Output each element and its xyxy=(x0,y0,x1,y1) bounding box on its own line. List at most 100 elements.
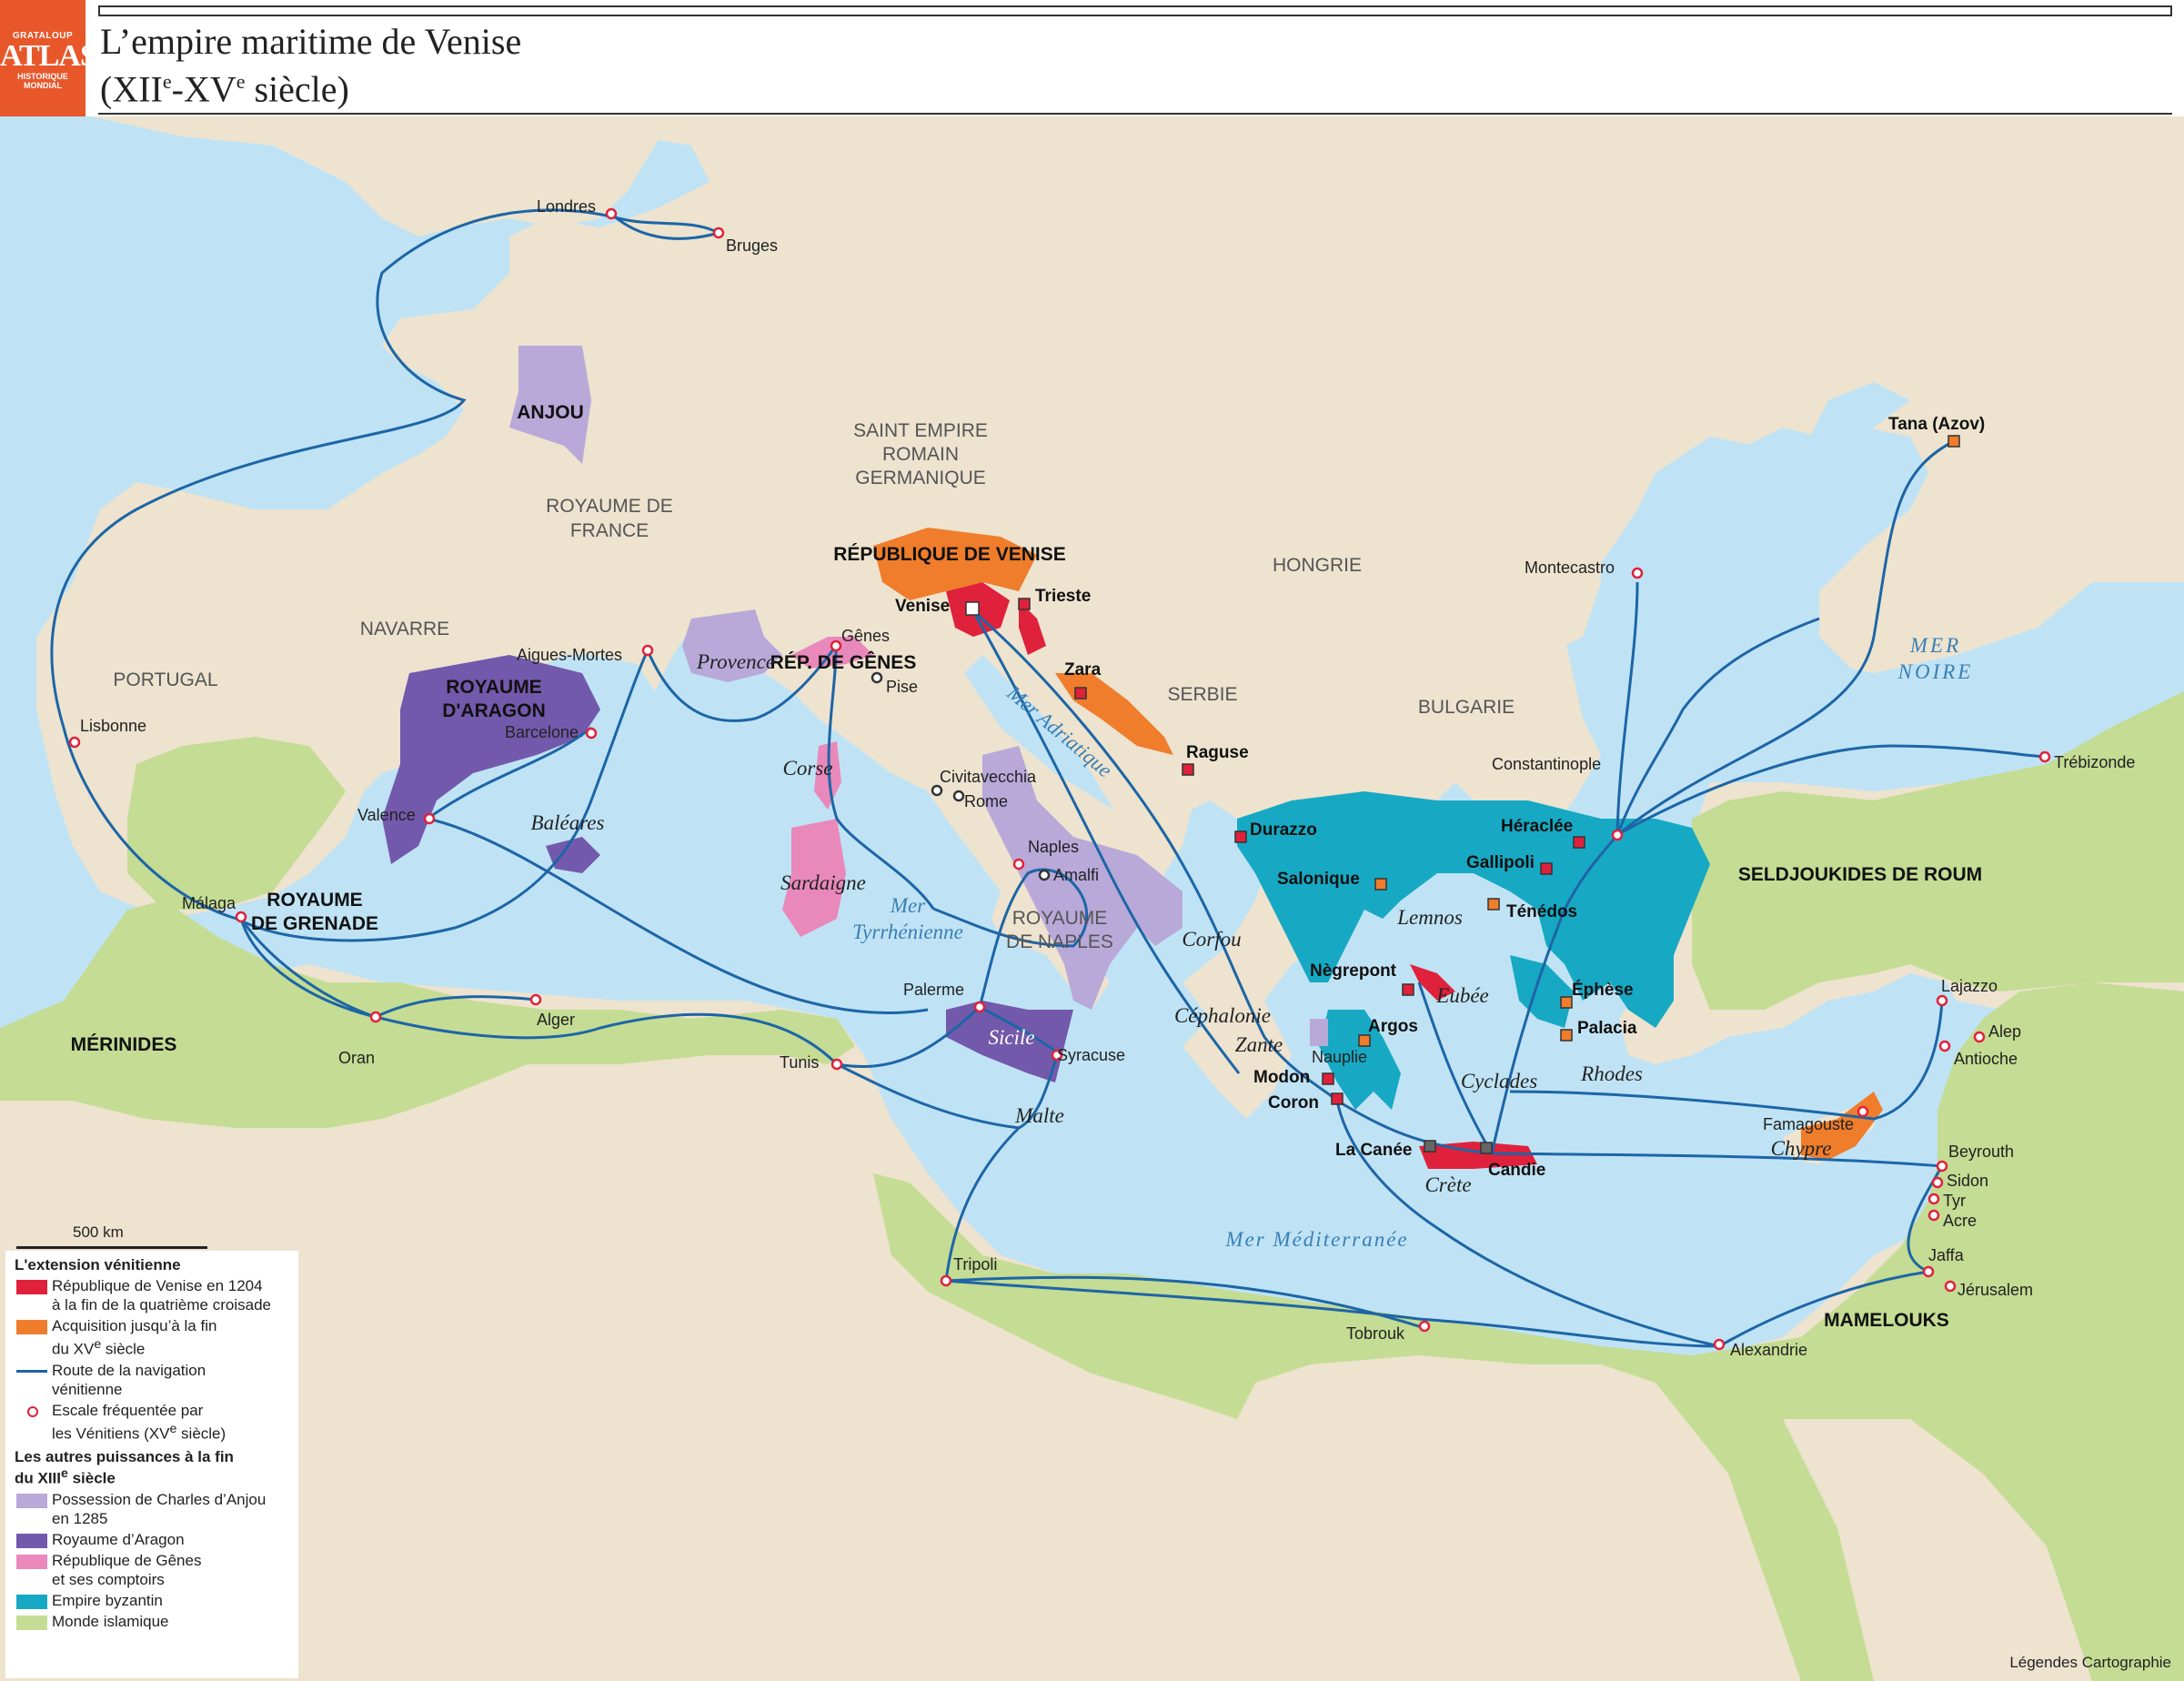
logo-sub-text-2: MONDIAL xyxy=(24,81,62,90)
label-oran: Oran xyxy=(338,1049,375,1067)
label-alexandrie: Alexandrie xyxy=(1730,1341,1807,1359)
title-line-2: (XIIe-XVe siècle) xyxy=(100,68,349,110)
label-nauplie: Nauplie xyxy=(1312,1048,1367,1066)
label-rome: Rome xyxy=(964,792,1008,810)
label-corse: Corse xyxy=(783,757,833,780)
legend-acq-line1: Acquisition jusqu’à la fin xyxy=(52,1317,217,1334)
marker-negrepont xyxy=(1402,983,1414,996)
marker-salonique xyxy=(1374,878,1387,891)
label-hre-3: GERMANIQUE xyxy=(855,468,986,488)
marker-argos xyxy=(1358,1034,1371,1047)
label-modon: Modon xyxy=(1253,1068,1310,1087)
marker-trieste xyxy=(1018,598,1031,610)
label-canee: La Canée xyxy=(1335,1141,1412,1160)
title-line-1: L’empire maritime de Venise xyxy=(100,21,522,62)
label-civita: Civitavecchia xyxy=(940,768,1037,786)
legend-anjou-line1: Possession de Charles d’Anjou xyxy=(52,1490,267,1508)
label-tobrouk: Tobrouk xyxy=(1346,1324,1405,1343)
label-merinides: MÉRINIDES xyxy=(71,1034,177,1055)
escale-barcelone xyxy=(585,727,598,740)
legend-heading-others-line2: du XIIIe siècle xyxy=(15,1466,116,1487)
escale-tripoli xyxy=(940,1274,952,1287)
swatch-route xyxy=(16,1369,47,1373)
header-bottom-rule xyxy=(98,113,2172,115)
escale-tunis xyxy=(830,1058,843,1071)
map-title: L’empire maritime de Venise (XIIe-XVe si… xyxy=(100,22,521,109)
swatch-venice-1204 xyxy=(16,1280,47,1294)
legend-escale-line2: les Vénitiens (XVe siècle) xyxy=(52,1421,226,1443)
escale-pise xyxy=(871,671,883,684)
label-jaffa: Jaffa xyxy=(1928,1246,1965,1264)
escale-antioche xyxy=(1938,1040,1951,1052)
marker-canee xyxy=(1424,1140,1436,1153)
marker-raguse xyxy=(1182,763,1194,776)
escale-acre xyxy=(1927,1209,1940,1222)
label-france-1: ROYAUME DE xyxy=(546,496,673,517)
label-genes: RÉP. DE GÊNES xyxy=(770,651,917,673)
map-canvas: ANJOU ROYAUME DE FRANCE SAINT EMPIRE ROM… xyxy=(0,116,2184,1681)
label-coron: Coron xyxy=(1268,1093,1319,1112)
legend-heading-others: Les autres puissances à la fin du XIIIe … xyxy=(15,1448,298,1488)
label-barcelone: Barcelone xyxy=(505,723,579,741)
label-syracuse: Syracuse xyxy=(1057,1046,1125,1064)
escale-famagouste xyxy=(1857,1105,1869,1118)
label-tyrrhen-2: Tyrrhénienne xyxy=(852,921,963,943)
legend-item-byzantine: Empire byzantin xyxy=(5,1591,298,1610)
label-durazzo: Durazzo xyxy=(1250,820,1317,840)
label-sardaigne: Sardaigne xyxy=(780,871,866,894)
escale-naples xyxy=(1012,858,1025,871)
label-palerme: Palerme xyxy=(903,981,964,999)
escale-beyrouth xyxy=(1936,1160,1948,1173)
swatch-escale xyxy=(27,1405,38,1417)
escale-malaga xyxy=(235,911,247,923)
escale-amalfi xyxy=(1038,869,1051,881)
credit: Légendes Cartographie xyxy=(2009,1654,2171,1671)
label-anjou: ANJOU xyxy=(517,402,584,423)
escale-constantinople xyxy=(1611,829,1624,841)
label-crete: Crète xyxy=(1424,1173,1471,1196)
label-montecastro: Montecastro xyxy=(1525,559,1615,577)
legend-item-route: Route de la navigation vénitienne xyxy=(5,1361,298,1399)
label-grenade-2: DE GRENADE xyxy=(251,913,378,934)
swatch-genes xyxy=(16,1554,47,1569)
label-baleares: Baléares xyxy=(531,811,605,834)
escale-bruges xyxy=(712,226,725,239)
legend-byzantine-label: Empire byzantin xyxy=(52,1591,163,1609)
escale-alexandrie xyxy=(1713,1338,1726,1351)
label-naples-2: DE NAPLES xyxy=(1006,931,1113,952)
label-provence: Provence xyxy=(696,650,775,673)
label-venise: RÉPUBLIQUE DE VENISE xyxy=(833,544,1066,565)
label-tyr: Tyr xyxy=(1943,1192,1966,1210)
label-mer-noire-1: MER xyxy=(1909,634,1961,657)
escale-alep xyxy=(1973,1031,1986,1043)
label-malte: Malte xyxy=(1014,1104,1064,1127)
label-trieste: Trieste xyxy=(1035,587,1091,606)
swatch-byzantine xyxy=(16,1594,47,1609)
legend-heading-venice: L'extension vénitienne xyxy=(15,1256,181,1273)
label-france-2: FRANCE xyxy=(570,520,649,541)
legend-islam-label: Monde islamique xyxy=(52,1612,169,1630)
label-grenade-1: ROYAUME xyxy=(267,890,362,911)
label-malaga: Málaga xyxy=(182,894,237,912)
marker-ephese xyxy=(1560,996,1573,1009)
label-bulgarie: BULGARIE xyxy=(1418,697,1515,718)
label-salonique: Salonique xyxy=(1277,870,1360,889)
legend-aragon-label: Royaume d’Aragon xyxy=(52,1530,185,1548)
label-sicile: Sicile xyxy=(988,1026,1034,1049)
escale-jaffa xyxy=(1922,1265,1935,1278)
escale-jerusalem xyxy=(1944,1280,1957,1293)
label-seldjoukides: SELDJOUKIDES DE ROUM xyxy=(1738,864,1982,885)
escale-sidon xyxy=(1931,1176,1944,1189)
label-zara: Zara xyxy=(1064,660,1102,679)
label-famagouste: Famagouste xyxy=(1763,1115,1854,1133)
marker-gallipoli xyxy=(1540,862,1553,875)
marker-zara xyxy=(1074,687,1087,700)
label-genes-port: Gênes xyxy=(841,627,890,645)
label-aragon-2: D'ARAGON xyxy=(442,700,546,721)
label-corfou: Corfou xyxy=(1182,928,1241,951)
atlas-logo: GRATALOUP ATLAS HISTORIQUE MONDIAL xyxy=(0,0,97,116)
label-naples-1: ROYAUME xyxy=(1012,908,1108,929)
label-beyrouth: Beyrouth xyxy=(1948,1142,2014,1161)
logo-sub-text-1: HISTORIQUE xyxy=(17,72,68,81)
region-anjou-greece xyxy=(1310,1019,1328,1046)
